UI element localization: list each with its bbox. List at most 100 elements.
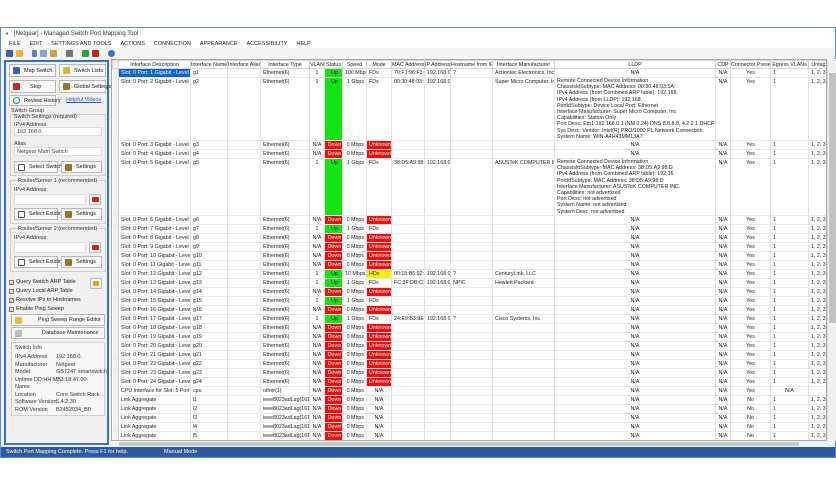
vlan-cell: N/A bbox=[309, 368, 325, 378]
column-header[interactable]: Connector Present bbox=[730, 60, 771, 69]
vertical-scrollbar-thumb[interactable] bbox=[829, 73, 836, 323]
column-header[interactable]: Egress VLANs bbox=[770, 60, 809, 69]
column-header[interactable]: Interface Manufacturer bbox=[492, 60, 555, 69]
table-row[interactable]: Slot: 0 Port: 17 Gigabit - Level g17 Ether… bbox=[112, 314, 826, 324]
router2-ipv4-input[interactable] bbox=[14, 242, 86, 253]
open-folder-icon[interactable] bbox=[16, 50, 23, 57]
query-switch-arp-checkbox[interactable]: ✓ Query Switch ARP Table bbox=[9, 279, 76, 285]
alias-input[interactable]: Netgear Main Switch bbox=[14, 147, 102, 156]
select-switch-button[interactable]: Select Switch bbox=[14, 161, 62, 173]
speed-cell: 1 Gbps bbox=[342, 278, 367, 288]
copy-icon[interactable] bbox=[40, 50, 47, 57]
menu-connection[interactable]: CONNECTION bbox=[154, 41, 191, 47]
horizontal-scrollbar-thumb[interactable] bbox=[119, 442, 799, 446]
table-row[interactable]: Slot: 0 Port: 7 Gigabit - Level g7 Etherne… bbox=[112, 224, 826, 234]
menu-accessibility[interactable]: ACCESSIBILITY bbox=[247, 41, 288, 47]
table-row[interactable]: Link Aggregate l1 ieee8023adLag(161) N/A Dow… bbox=[112, 395, 826, 405]
router2-settings-button[interactable]: Settings bbox=[61, 256, 102, 268]
column-header[interactable]: VLAN bbox=[309, 60, 325, 69]
vertical-scrollbar[interactable] bbox=[827, 59, 836, 441]
help-icon[interactable] bbox=[108, 50, 115, 57]
column-header[interactable]: Interface Type bbox=[260, 60, 310, 69]
table-row[interactable]: Slot: 0 Port: 5 Gigabit - Level g5 Etherne… bbox=[112, 158, 826, 216]
table-row[interactable]: Link Aggregate l2 ieee8023adLag(161) N/A Dow… bbox=[112, 404, 826, 414]
router1-remove-button[interactable] bbox=[89, 194, 101, 205]
global-settings-button[interactable]: Global Settings bbox=[59, 80, 111, 93]
table-row[interactable]: Slot: 0 Port: 19 Gigabit - Level g19 Ether… bbox=[112, 332, 826, 342]
table-row[interactable]: Slot: 0 Port: 2 Gigabit - Level g2 Etherne… bbox=[112, 77, 826, 142]
menu-file[interactable]: FILE bbox=[9, 41, 21, 47]
table-row[interactable]: Link Aggregate l3 ieee8023adLag(161) N/A Dow… bbox=[112, 413, 826, 423]
helpful-videos-link[interactable]: Helpful Videos bbox=[66, 97, 101, 103]
manufacturer-cell bbox=[492, 404, 555, 414]
table-row[interactable]: Slot: 0 Port: 20 Gigabit - Level g20 Ether… bbox=[112, 341, 826, 351]
table-row[interactable]: Link Aggregate l5 ieee8023adLag(161) N/A Dow… bbox=[112, 431, 826, 440]
table-row[interactable]: Slot: 0 Port: 21 Gigabit - Level g21 Ether… bbox=[112, 350, 826, 360]
mode-cell: N/A bbox=[366, 422, 392, 432]
column-header[interactable]: IP Address bbox=[424, 60, 451, 69]
lock-button[interactable] bbox=[90, 278, 102, 289]
menu-edit[interactable]: EDIT bbox=[30, 41, 43, 47]
column-header[interactable]: Status bbox=[324, 60, 343, 69]
table-row[interactable]: Link Aggregate l4 ieee8023adLag(161) N/A Dow… bbox=[112, 422, 826, 432]
enable-ping-sweep-checkbox[interactable]: ✓ Enable Ping Sweep bbox=[9, 306, 64, 312]
menu-settings-and-tools[interactable]: SETTINGS AND TOOLS bbox=[51, 41, 111, 47]
map-switch-button[interactable]: Map Switch bbox=[9, 64, 56, 77]
vlan-cell: N/A bbox=[309, 350, 325, 360]
table-row[interactable]: Slot: 0 Port: 8 Gigabit - Level g8 Etherne… bbox=[112, 233, 826, 243]
table-row[interactable]: Slot: 0 Port: 24 Gigabit - Level g24 Ether… bbox=[112, 377, 826, 387]
table-row[interactable]: CPU Interface for Slot: 5 Port: 1 cpu othe… bbox=[112, 386, 826, 396]
stop-button[interactable]: Stop bbox=[9, 80, 56, 93]
router1-settings-button[interactable]: Settings bbox=[61, 208, 102, 220]
column-header[interactable]: LLDP bbox=[554, 60, 716, 69]
column-header[interactable]: Speed bbox=[342, 60, 367, 69]
database-maintenance-button[interactable]: Database Maintenance bbox=[11, 327, 105, 339]
connect-icon[interactable] bbox=[82, 50, 89, 57]
column-header[interactable]: Interface Name bbox=[190, 60, 228, 69]
table-row[interactable]: Slot: 0 Port: 9 Gigabit - Level g9 Etherne… bbox=[112, 242, 826, 252]
table-row[interactable]: Slot: 0 Port: 13 Gigabit - Level g13 Ether… bbox=[112, 278, 826, 288]
router2-remove-button[interactable] bbox=[89, 242, 101, 253]
table-row[interactable]: Slot: 0 Port: 4 Gigabit - Level g4 Etherne… bbox=[112, 149, 826, 160]
print-icon[interactable] bbox=[66, 50, 73, 57]
menu-help[interactable]: HELP bbox=[296, 41, 310, 47]
router1-ipv4-input[interactable] bbox=[14, 194, 86, 205]
table-row[interactable]: Slot: 0 Port: 10 Gigabit - Level g10 Ether… bbox=[112, 251, 826, 261]
query-local-arp-checkbox[interactable]: ✓ Query Local ARP Table bbox=[9, 288, 73, 294]
column-header[interactable]: CDP bbox=[715, 60, 731, 69]
router1-select-existing-button[interactable]: Select Existing bbox=[14, 208, 65, 220]
table-row[interactable]: Slot: 0 Port: 6 Gigabit - Level g6 Etherne… bbox=[112, 215, 826, 225]
review-history-button[interactable]: Review History bbox=[9, 95, 61, 106]
disconnect-icon[interactable] bbox=[92, 50, 99, 57]
hostname-cell bbox=[450, 422, 493, 432]
table-row[interactable]: Slot: 0 Port: 18 Gigabit - Level g18 Ether… bbox=[112, 323, 826, 333]
column-header[interactable]: Hostname from IP bbox=[450, 60, 493, 69]
resolve-hostnames-checkbox[interactable]: ✓ Resolve IPs to Hostnames bbox=[9, 297, 81, 303]
table-row[interactable]: Slot: 0 Port: 14 Gigabit - Level g14 Ether… bbox=[112, 287, 826, 297]
untag-cell: 1, 2, 3 A bbox=[808, 314, 826, 324]
switch-ipv4-input[interactable]: 192.168.0. bbox=[14, 127, 102, 136]
table-row[interactable]: Slot: 0 Port: 12 Gigabit - Level g12 Ether… bbox=[112, 269, 826, 279]
ping-sweep-range-editor-button[interactable]: Ping Sweep Range Editor bbox=[11, 314, 105, 326]
column-header[interactable]: Untag bbox=[808, 60, 826, 69]
table-row[interactable]: Slot: 0 Port: 15 Gigabit - Level g15 Ether… bbox=[112, 296, 826, 306]
save-icon[interactable] bbox=[6, 50, 13, 57]
switch-settings-button[interactable]: Settings bbox=[61, 161, 102, 173]
paste-icon[interactable] bbox=[50, 50, 57, 57]
ip-cell bbox=[424, 377, 451, 387]
table-row[interactable]: Slot: 0 Port: 22 Gigabit - Level g22 Ether… bbox=[112, 359, 826, 369]
table-row[interactable]: Slot: 0 Port: 11 Gigabit - Level g11 Ether… bbox=[112, 260, 826, 270]
router2-select-existing-button[interactable]: Select Existing bbox=[14, 256, 65, 268]
table-row[interactable]: Slot: 0 Port: 23 Gigabit - Level g23 Ether… bbox=[112, 368, 826, 378]
column-header[interactable]: Interface Alias bbox=[227, 60, 261, 69]
column-header[interactable]: Interface Description bbox=[118, 60, 191, 69]
menu-actions[interactable]: ACTIONS bbox=[120, 41, 144, 47]
menu-appearance[interactable]: APPEARANCE bbox=[200, 41, 238, 47]
table-row[interactable]: Slot: 0 Port: 16 Gigabit - Level g16 Ether… bbox=[112, 305, 826, 315]
column-header[interactable]: Mode bbox=[366, 60, 392, 69]
switch-lists-button[interactable]: Switch Lists bbox=[59, 64, 106, 77]
cut-icon[interactable] bbox=[32, 50, 37, 57]
table-row[interactable]: Slot: 0 Port: 1 Gigabit - Level g1 Etherne… bbox=[112, 68, 826, 78]
column-header[interactable]: MAC Address bbox=[391, 60, 425, 69]
table-row[interactable]: Slot: 0 Port: 3 Gigabit - Level g3 Etherne… bbox=[112, 140, 826, 151]
